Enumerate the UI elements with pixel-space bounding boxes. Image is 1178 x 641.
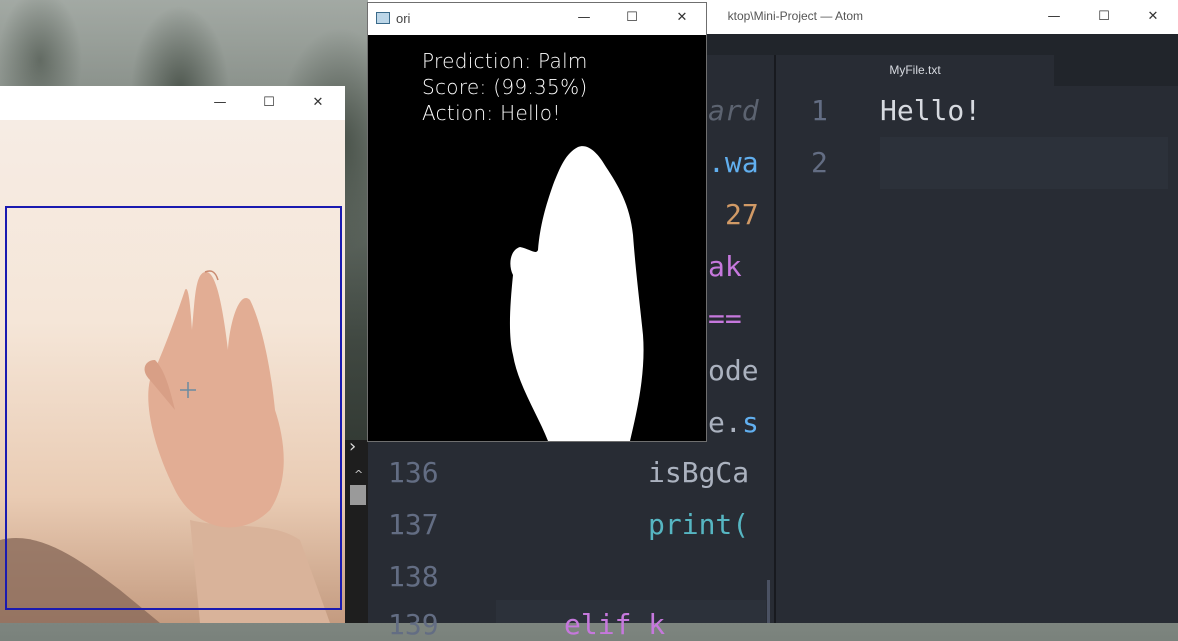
terminal-arrow[interactable]: › bbox=[349, 436, 356, 457]
code-fragment: e. bbox=[708, 406, 742, 439]
line-number: 2 bbox=[811, 146, 828, 179]
camera-maximize-button[interactable]: ☐ bbox=[249, 92, 289, 114]
code-fragment: s bbox=[742, 406, 759, 439]
terminal-panel[interactable]: › ^ bbox=[345, 436, 368, 623]
camera-close-button[interactable]: ✕ bbox=[298, 92, 338, 114]
code-fragment: .wa bbox=[708, 146, 759, 179]
camera-minimize-button[interactable]: — bbox=[200, 92, 240, 114]
terminal-scrollbar-thumb[interactable] bbox=[350, 485, 366, 505]
line-number: 1 bbox=[811, 94, 828, 127]
ori-titlebar: ori — ☐ ✕ bbox=[368, 3, 706, 35]
ori-close-button[interactable]: ✕ bbox=[662, 7, 702, 29]
atom-close-button[interactable]: ✕ bbox=[1133, 6, 1173, 28]
hand-mask-image bbox=[509, 146, 644, 441]
ori-window: ori — ☐ ✕ Prediction: Palm Score: (99.35… bbox=[367, 2, 707, 442]
ori-window-title: ori bbox=[396, 11, 411, 26]
ori-minimize-button[interactable]: — bbox=[564, 7, 604, 29]
window-app-icon bbox=[376, 12, 390, 24]
code-fragment: == bbox=[708, 302, 742, 335]
code-line[interactable]: elif k bbox=[564, 608, 665, 641]
camera-titlebar: — ☐ ✕ bbox=[0, 86, 345, 121]
atom-minimize-button[interactable]: — bbox=[1034, 6, 1074, 28]
atom-maximize-button[interactable]: ☐ bbox=[1084, 6, 1124, 28]
code-fragment: 27 bbox=[725, 198, 759, 231]
line-number: 138 bbox=[388, 560, 439, 593]
line-number: 136 bbox=[388, 456, 439, 489]
cursor-line-highlight bbox=[880, 137, 1168, 189]
roi-bounding-box bbox=[5, 206, 342, 610]
code-fragment: ard bbox=[708, 94, 759, 127]
code-line[interactable]: isBgCa bbox=[648, 456, 749, 489]
camera-window: — ☐ ✕ bbox=[0, 86, 345, 623]
code-fragment: ode bbox=[708, 354, 759, 387]
left-pane-scrollbar[interactable] bbox=[767, 580, 770, 623]
code-fragment: ak bbox=[708, 250, 742, 283]
code-line[interactable]: Hello! bbox=[880, 94, 981, 127]
line-number: 139 bbox=[388, 608, 439, 641]
terminal-scroll-up-icon[interactable]: ^ bbox=[354, 468, 363, 481]
line-number: 137 bbox=[388, 508, 439, 541]
code-line[interactable]: print( bbox=[648, 508, 749, 541]
ori-maximize-button[interactable]: ☐ bbox=[612, 7, 652, 29]
tab-myfile[interactable]: MyFile.txt bbox=[776, 55, 1054, 86]
